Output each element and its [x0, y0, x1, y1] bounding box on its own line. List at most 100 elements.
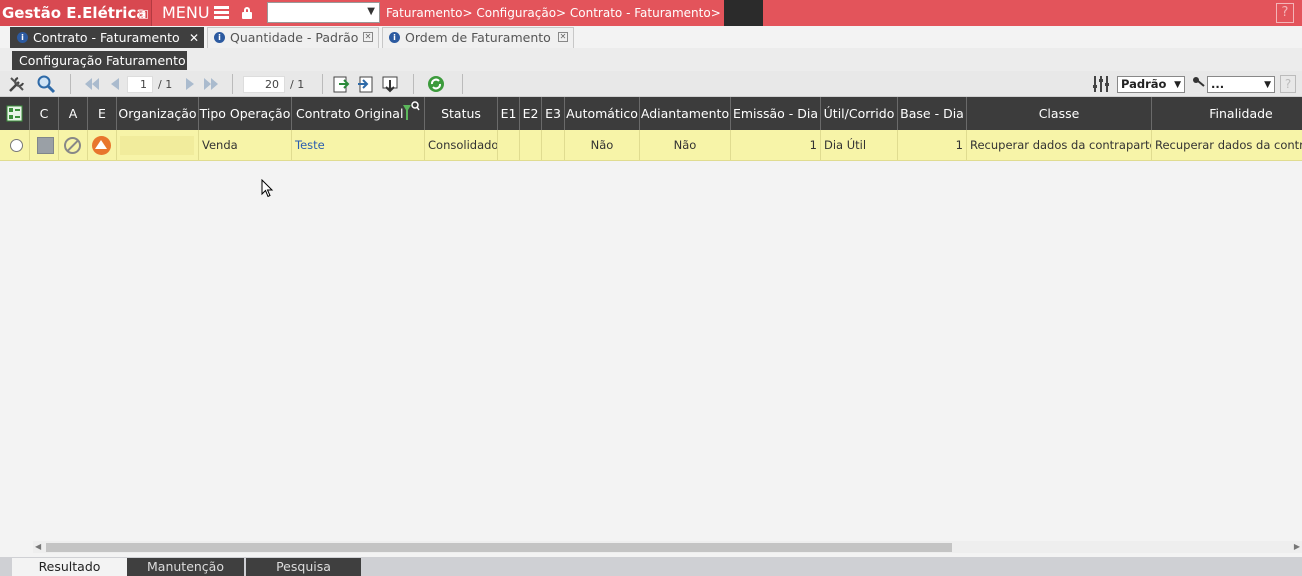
lock-icon[interactable]	[242, 7, 252, 19]
column-settings-icon[interactable]	[1091, 74, 1111, 94]
tab-label: Contrato - Faturamento	[33, 30, 180, 45]
tools-icon[interactable]	[7, 74, 27, 94]
horizontal-scrollbar[interactable]: ◀ ▶	[33, 541, 1302, 553]
row-e3	[542, 130, 565, 161]
menu-button[interactable]: MENU	[156, 0, 236, 26]
toolbar-separator	[232, 74, 233, 94]
row-classe: Recuperar dados da contraparte	[967, 130, 1152, 161]
tab-ordem-faturamento[interactable]: i Ordem de Faturamento ✕	[382, 27, 574, 48]
subtab-bar: Configuração Faturamento	[0, 48, 1302, 71]
row-e-cell[interactable]	[88, 130, 117, 161]
row-adiantamento: Não	[640, 130, 731, 161]
filter-select-value: ...	[1211, 77, 1225, 91]
row-select-radio[interactable]	[10, 139, 23, 152]
tab-pesquisa[interactable]: Pesquisa	[246, 558, 361, 576]
row-automatico: Não	[565, 130, 640, 161]
grid-options-cell[interactable]	[0, 97, 30, 130]
toolbar-separator	[462, 74, 463, 94]
filter-search-icon[interactable]	[402, 100, 420, 122]
scrollbar-thumb[interactable]	[46, 543, 952, 552]
col-header-contrato-original[interactable]: Contrato Original	[292, 97, 425, 130]
cancel-icon[interactable]	[64, 137, 81, 154]
close-icon[interactable]: ✕	[363, 32, 373, 42]
menu-label: MENU	[162, 3, 210, 22]
layout-select[interactable]: Padrão ▼	[1117, 76, 1185, 93]
col-header-tipo-operacao[interactable]: Tipo Operação	[199, 97, 292, 130]
col-header-classe[interactable]: Classe	[967, 97, 1152, 130]
scroll-left-icon[interactable]: ◀	[35, 542, 41, 551]
row-e2	[520, 130, 542, 161]
page-total: / 1	[158, 78, 173, 91]
subtab-configuracao-faturamento[interactable]: Configuração Faturamento	[12, 51, 187, 70]
app-title-text: Gestão E.Elétrica	[2, 4, 147, 22]
info-icon: i	[17, 32, 28, 43]
app-title[interactable]: Gestão E.Elétrica □	[0, 0, 152, 26]
chevron-down-icon: ▼	[367, 6, 375, 17]
contrato-original-link[interactable]: Teste	[295, 138, 325, 152]
col-header-util-corrido[interactable]: Útil/Corrido	[821, 97, 898, 130]
row-c-cell[interactable]	[30, 130, 59, 161]
top-bar: Gestão E.Elétrica □ MENU ▼ Faturamento> …	[0, 0, 1302, 26]
col-header-emissao-dia[interactable]: Emissão - Dia	[731, 97, 821, 130]
row-a-cell[interactable]	[59, 130, 88, 161]
window-icon[interactable]: □	[139, 10, 148, 19]
col-header-finalidade[interactable]: Finalidade	[1152, 97, 1302, 130]
col-header-e2[interactable]: E2	[520, 97, 542, 130]
tab-strip: i Contrato - Faturamento ✕ i Quantidade …	[0, 26, 1302, 48]
row-select-cell[interactable]	[0, 130, 30, 161]
row-organizacao-cell	[117, 130, 199, 161]
refresh-icon[interactable]	[426, 74, 446, 94]
info-icon: i	[389, 32, 400, 43]
col-header-organizacao[interactable]: Organização	[117, 97, 199, 130]
export-icon[interactable]	[331, 74, 351, 94]
col-header-a[interactable]: A	[59, 97, 88, 130]
close-icon[interactable]: ✕	[558, 32, 568, 42]
page-number-input[interactable]: 1	[127, 76, 153, 93]
tab-manutencao[interactable]: Manutenção	[127, 558, 244, 576]
col-header-e1[interactable]: E1	[498, 97, 520, 130]
page-size-input[interactable]: 20	[243, 76, 285, 93]
download-icon[interactable]	[380, 74, 400, 94]
toolbar-separator	[322, 74, 323, 94]
filter-select[interactable]: ... ▼	[1207, 76, 1275, 93]
previous-page-icon[interactable]	[105, 74, 125, 94]
row-tipo-operacao: Venda	[199, 130, 292, 161]
page-size-total: / 1	[290, 78, 305, 91]
col-header-automatico[interactable]: Automático	[565, 97, 640, 130]
row-e1	[498, 130, 520, 161]
warning-icon[interactable]	[92, 136, 111, 155]
col-header-adiantamento[interactable]: Adiantamento	[640, 97, 731, 130]
bottom-tab-bar: Resultado Manutenção Pesquisa	[0, 557, 1302, 576]
grid-options-icon[interactable]	[6, 105, 23, 122]
tab-quantidade-padrao[interactable]: i Quantidade - Padrão ✕	[207, 27, 379, 48]
first-page-icon[interactable]	[82, 74, 102, 94]
col-header-e3[interactable]: E3	[542, 97, 565, 130]
close-icon[interactable]: ✕	[189, 28, 199, 48]
key-icon	[1193, 77, 1205, 87]
tab-resultado[interactable]: Resultado	[12, 558, 127, 576]
row-emissao-dia: 1	[731, 130, 821, 161]
import-icon[interactable]	[356, 74, 376, 94]
help-icon[interactable]: ?	[1276, 3, 1294, 23]
help-icon[interactable]: ?	[1280, 75, 1296, 93]
breadcrumb-end-block	[724, 0, 763, 26]
info-icon: i	[214, 32, 225, 43]
col-header-c[interactable]: C	[30, 97, 59, 130]
grid-toolbar: 1 / 1 20 / 1 Padrão ▼ ... ▼ ?	[0, 71, 1302, 97]
row-contrato-original-cell: Teste	[292, 130, 425, 161]
col-header-base-dia[interactable]: Base - Dia	[898, 97, 967, 130]
checkbox-icon[interactable]	[37, 137, 54, 154]
last-page-icon[interactable]	[201, 74, 221, 94]
scroll-right-icon[interactable]: ▶	[1294, 542, 1300, 551]
row-base-dia: 1	[898, 130, 967, 161]
redacted-value	[120, 136, 194, 155]
breadcrumb[interactable]: Faturamento> Configuração> Contrato - Fa…	[386, 0, 721, 26]
tab-contrato-faturamento[interactable]: i Contrato - Faturamento ✕	[10, 27, 204, 48]
next-page-icon[interactable]	[180, 74, 200, 94]
search-icon[interactable]	[36, 74, 56, 94]
chevron-down-icon: ▼	[1174, 80, 1181, 90]
module-select[interactable]: ▼	[267, 2, 380, 23]
col-header-e[interactable]: E	[88, 97, 117, 130]
mouse-cursor-icon	[261, 179, 274, 198]
col-header-status[interactable]: Status	[425, 97, 498, 130]
